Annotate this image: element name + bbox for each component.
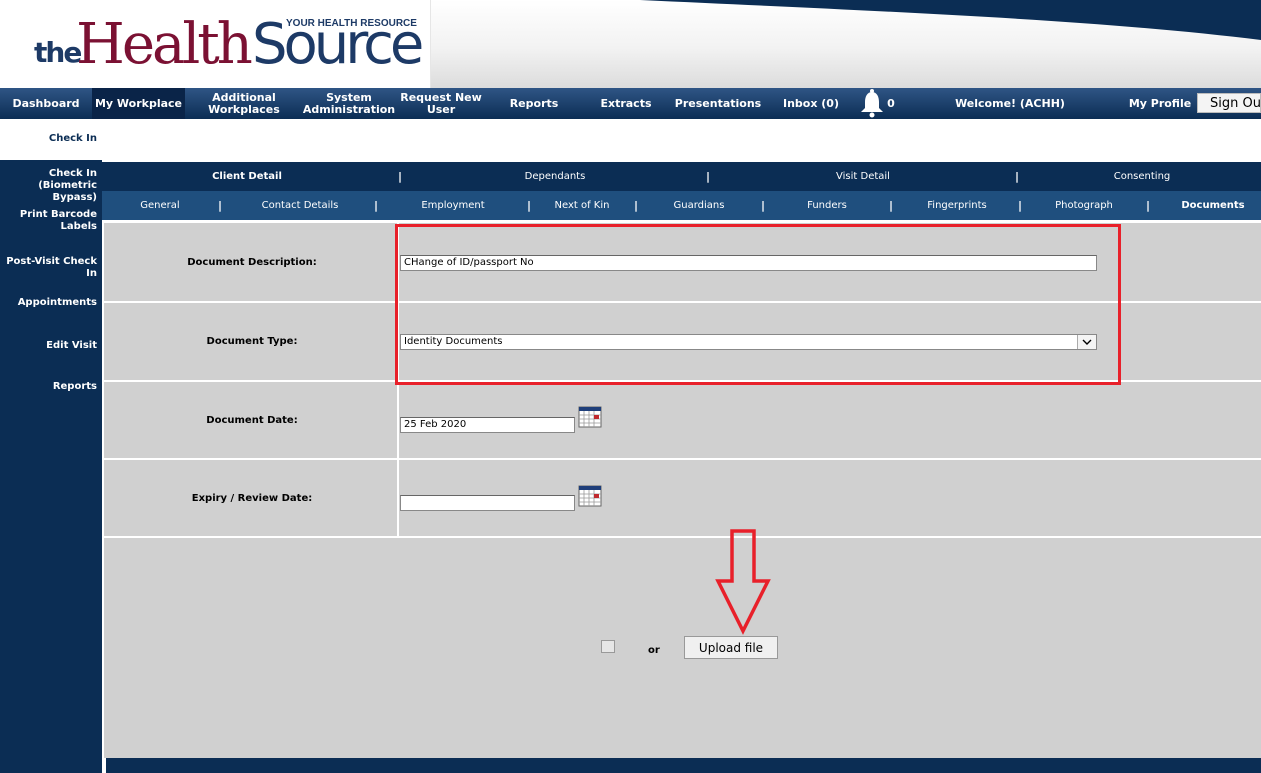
tab-separator: | xyxy=(1018,199,1023,212)
primary-tabs: Client Detail | Dependants | Visit Detai… xyxy=(102,162,1261,191)
upload-file-button[interactable]: Upload file xyxy=(684,636,778,659)
logo-the: the xyxy=(34,36,82,69)
document-type-label: Document Type: xyxy=(206,336,298,347)
expiry-date-label: Expiry / Review Date: xyxy=(191,493,313,504)
form-top-border xyxy=(104,221,1261,223)
down-arrow-annotation xyxy=(715,529,771,635)
sidebar-item-appointments[interactable]: Appointments xyxy=(0,297,97,309)
file-select-control[interactable] xyxy=(601,640,615,653)
nav-presentations[interactable]: Presentations xyxy=(672,88,764,119)
secondary-tabs: General | Contact Details | Employment |… xyxy=(102,191,1261,220)
tab-separator: | xyxy=(398,170,403,183)
tab-separator: | xyxy=(761,199,766,212)
tab-contact-details[interactable]: Contact Details xyxy=(240,191,360,220)
tab-next-of-kin[interactable]: Next of Kin xyxy=(542,191,622,220)
logo-health: Health xyxy=(76,12,253,77)
calendar-icon[interactable] xyxy=(578,406,602,428)
nav-my-profile[interactable]: My Profile xyxy=(1126,88,1194,119)
sidebar-item-reports[interactable]: Reports xyxy=(0,381,97,393)
nav-system-administration[interactable]: System Administration xyxy=(300,88,398,119)
top-nav: Dashboard My Workplace Additional Workpl… xyxy=(0,88,1261,119)
or-text: or xyxy=(648,645,660,656)
sidebar-item-print-barcode-labels[interactable]: Print Barcode Labels xyxy=(0,209,97,233)
tab-separator: | xyxy=(1146,199,1151,212)
sidebar-item-check-in[interactable]: Check In xyxy=(0,133,97,145)
sidebar-item-check-in-biometric-bypass[interactable]: Check In (Biometric Bypass) xyxy=(0,168,97,204)
tab-client-detail[interactable]: Client Detail xyxy=(162,162,332,191)
tab-general[interactable]: General xyxy=(110,191,210,220)
tab-guardians[interactable]: Guardians xyxy=(657,191,741,220)
tab-documents[interactable]: Documents xyxy=(1168,191,1258,220)
document-date-label: Document Date: xyxy=(206,415,298,426)
tab-separator: | xyxy=(706,170,711,183)
sidebar-item-check-in-container: Check In xyxy=(0,119,102,160)
logo[interactable]: the Health Source YOUR HEALTH RESOURCE xyxy=(0,0,431,88)
tab-separator: | xyxy=(218,199,223,212)
nav-dashboard[interactable]: Dashboard xyxy=(0,88,92,119)
tab-separator: | xyxy=(374,199,379,212)
sidebar-item-edit-visit[interactable]: Edit Visit xyxy=(0,340,97,352)
tab-separator: | xyxy=(1015,170,1020,183)
sidebar-item-post-visit-check-in[interactable]: Post-Visit Check In xyxy=(0,256,97,280)
tab-dependants[interactable]: Dependants xyxy=(470,162,640,191)
tab-fingerprints[interactable]: Fingerprints xyxy=(912,191,1002,220)
nav-inbox[interactable]: Inbox (0) xyxy=(778,88,844,119)
calendar-icon[interactable] xyxy=(578,485,602,507)
nav-extracts[interactable]: Extracts xyxy=(595,88,657,119)
notification-count: 0 xyxy=(887,96,895,110)
tab-separator: | xyxy=(527,199,532,212)
logo-tagline: YOUR HEALTH RESOURCE xyxy=(286,18,417,29)
welcome-text: Welcome! (ACHH) xyxy=(955,96,1065,110)
nav-request-new-user[interactable]: Request New User xyxy=(400,88,482,119)
tab-funders[interactable]: Funders xyxy=(792,191,862,220)
tab-visit-detail[interactable]: Visit Detail xyxy=(778,162,948,191)
row-divider xyxy=(104,536,1261,538)
app-header: the Health Source YOUR HEALTH RESOURCE xyxy=(0,0,1261,88)
document-date-input[interactable]: 25 Feb 2020 xyxy=(400,417,575,433)
nav-additional-workplaces[interactable]: Additional Workplaces xyxy=(200,88,288,119)
tab-separator: | xyxy=(634,199,639,212)
tab-employment[interactable]: Employment xyxy=(402,191,504,220)
row-divider xyxy=(104,458,1261,460)
expiry-date-input[interactable] xyxy=(400,495,575,511)
nav-my-workplace[interactable]: My Workplace xyxy=(92,88,185,119)
footer-bar xyxy=(106,758,1261,773)
bell-icon[interactable] xyxy=(858,88,886,119)
tab-separator: | xyxy=(889,199,894,212)
tab-consenting[interactable]: Consenting xyxy=(1057,162,1227,191)
highlight-box-annotation xyxy=(395,224,1121,385)
sign-out-button[interactable]: Sign Out xyxy=(1197,93,1261,113)
tab-photograph[interactable]: Photograph xyxy=(1042,191,1126,220)
nav-reports[interactable]: Reports xyxy=(500,88,568,119)
document-description-label: Document Description: xyxy=(187,257,317,268)
